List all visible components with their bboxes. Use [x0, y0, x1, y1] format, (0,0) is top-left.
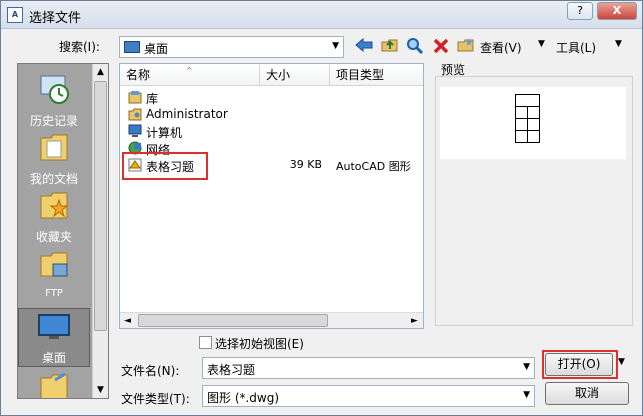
file-list-scroll-thumb[interactable] — [138, 314, 328, 327]
ftp-icon — [40, 252, 68, 277]
documents-folder-icon — [40, 134, 68, 161]
search-label: 搜索(I): — [59, 40, 100, 54]
file-name: 计算机 — [146, 126, 183, 140]
column-name-label: 名称 — [126, 68, 151, 82]
scroll-right-icon[interactable]: ► — [407, 313, 422, 328]
places-scrollbar[interactable]: ▲ ▼ — [92, 64, 108, 398]
filetype-select[interactable]: 图形 (*.dwg) ▼ — [202, 385, 535, 407]
scroll-left-icon[interactable]: ◄ — [120, 313, 135, 328]
filename-dropdown-icon[interactable]: ▼ — [523, 362, 530, 372]
file-list: 名称 ^ 大小 项目类型 库 Administrator 计算机 网络 表格习题 — [119, 63, 424, 329]
chevron-down-icon[interactable]: ▼ — [332, 41, 339, 51]
file-size: 39 KB — [289, 158, 322, 171]
tools-menu-label[interactable]: 工具(L) — [556, 39, 596, 56]
scroll-down-icon[interactable]: ▼ — [93, 382, 108, 398]
list-item[interactable]: 计算机 — [120, 123, 420, 140]
places-scroll-thumb[interactable] — [94, 81, 107, 331]
up-folder-icon[interactable] — [380, 37, 400, 57]
preview-thumbnail — [440, 87, 626, 159]
list-item[interactable]: 库 — [120, 89, 420, 106]
place-ftp-label: FTP — [45, 288, 63, 299]
place-history-label: 历史记录 — [29, 114, 78, 128]
help-button[interactable]: ? — [567, 2, 593, 20]
folder-icon — [40, 372, 68, 398]
place-ftp[interactable]: FTP — [18, 248, 90, 299]
place-my-documents-label: 我的文档 — [29, 172, 78, 186]
desktop-small-icon — [124, 41, 140, 53]
filename-input[interactable]: 表格习题 ▼ — [202, 357, 535, 379]
view-menu-label[interactable]: 查看(V) — [480, 39, 522, 56]
place-next-partial[interactable] — [18, 370, 90, 398]
preview-panel — [435, 76, 633, 326]
place-favorites[interactable]: 收藏夹 — [18, 188, 90, 245]
filetype-label: 文件类型(T): — [121, 392, 190, 406]
highlight-selected-file — [122, 152, 208, 180]
places-bar: 历史记录 我的文档 收藏夹 FTP 桌面 ▲ ▼ — [17, 63, 109, 399]
column-size-label: 大小 — [266, 68, 291, 82]
cancel-button[interactable]: 取消 — [545, 382, 629, 405]
search-location-combo[interactable]: 桌面 ▼ — [119, 36, 344, 58]
computer-icon — [128, 124, 142, 137]
sort-ascending-icon: ^ — [186, 66, 193, 75]
window-title: 选择文件 — [29, 11, 82, 26]
place-my-documents[interactable]: 我的文档 — [18, 130, 90, 187]
place-desktop-label: 桌面 — [41, 351, 66, 365]
search-location-value: 桌面 — [144, 42, 169, 56]
column-type[interactable]: 项目类型 — [330, 64, 423, 86]
history-icon — [40, 75, 69, 104]
preview-drawing — [515, 94, 540, 143]
new-folder-icon[interactable] — [456, 37, 476, 57]
open-options-chevron-icon[interactable]: ▼ — [618, 357, 625, 367]
search-web-icon[interactable] — [405, 37, 425, 57]
favorites-folder-icon — [40, 192, 69, 219]
back-icon[interactable] — [354, 37, 374, 57]
filetype-value: 图形 (*.dwg) — [207, 391, 280, 405]
file-type: AutoCAD 图形 — [336, 160, 411, 173]
scroll-up-icon[interactable]: ▲ — [93, 64, 108, 80]
filename-value: 表格习题 — [207, 363, 256, 377]
list-item[interactable]: Administrator — [120, 106, 420, 123]
library-icon — [128, 91, 142, 104]
filetype-dropdown-icon[interactable]: ▼ — [523, 390, 530, 400]
file-name: 库 — [146, 92, 159, 106]
delete-icon[interactable] — [431, 37, 451, 57]
column-name[interactable]: 名称 ^ — [120, 64, 260, 86]
desktop-icon — [38, 314, 70, 339]
column-size[interactable]: 大小 — [260, 64, 330, 86]
view-menu-chevron-icon[interactable]: ▼ — [538, 39, 545, 49]
user-folder-icon — [128, 108, 142, 121]
place-history[interactable]: 历史记录 — [18, 72, 90, 129]
close-button[interactable]: X — [597, 2, 637, 20]
title-bar[interactable]: A 选择文件 ? X — [1, 1, 642, 29]
filename-label: 文件名(N): — [121, 364, 180, 378]
file-name: Administrator — [146, 107, 228, 121]
initial-view-checkbox[interactable] — [199, 336, 212, 349]
initial-view-label[interactable]: 选择初始视图(E) — [215, 335, 304, 352]
place-favorites-label: 收藏夹 — [35, 230, 72, 244]
highlight-open-button — [542, 350, 618, 379]
autocad-app-icon: A — [7, 7, 23, 23]
place-desktop[interactable]: 桌面 — [18, 308, 90, 367]
tools-menu-chevron-icon[interactable]: ▼ — [615, 39, 622, 49]
column-type-label: 项目类型 — [336, 68, 385, 82]
select-file-dialog: A 选择文件 ? X 搜索(I): 桌面 ▼ 查看(V) ▼ 工具(L) ▼ 历… — [0, 0, 643, 416]
file-list-hscrollbar[interactable]: ◄ ► — [120, 312, 423, 328]
